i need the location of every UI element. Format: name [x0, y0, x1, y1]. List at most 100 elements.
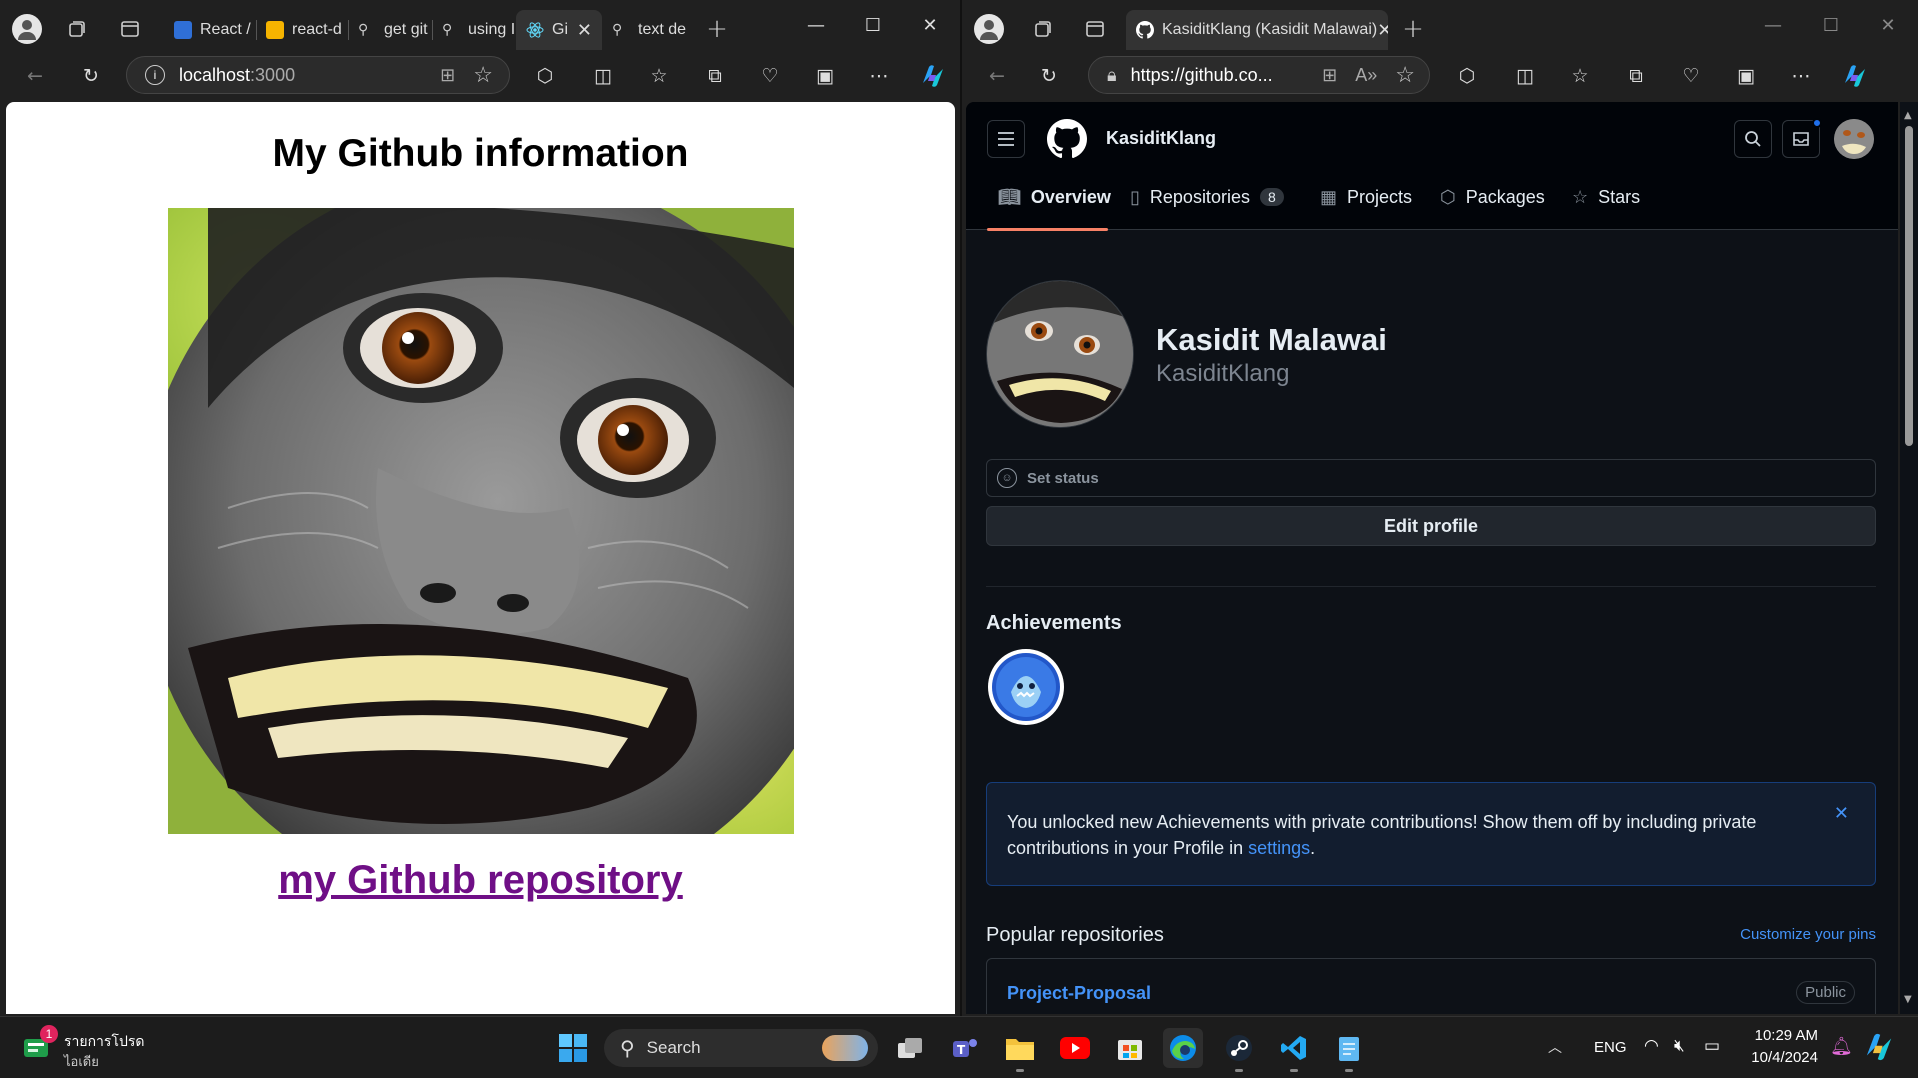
repositories-count-badge: 8	[1259, 188, 1284, 206]
browser-essentials-icon[interactable]: ♡	[1674, 60, 1708, 92]
close-tab-icon[interactable]: ✕	[1377, 20, 1388, 41]
new-tab-icon[interactable]: +	[1396, 12, 1430, 46]
volume-muted-icon[interactable]: 🔇︎	[1674, 1036, 1685, 1056]
address-bar[interactable]: 🔒︎ https://github.co... ⊞ A» ☆	[1088, 56, 1430, 94]
vscode-icon[interactable]	[1274, 1028, 1314, 1072]
page-scrollbar[interactable]: ▲ ▼	[1900, 102, 1918, 1014]
clock-time[interactable]: 10:29 AM	[1748, 1027, 1818, 1044]
repo-name-link[interactable]: Project-Proposal	[1007, 983, 1151, 1004]
tab-github-profile[interactable]: KasiditKlang (Kasidit Malawai) ✕	[1126, 10, 1388, 50]
steam-icon[interactable]	[1219, 1028, 1259, 1072]
split-screen-icon[interactable]: ◫	[586, 60, 620, 92]
tab-packages[interactable]: ⬡ Packages	[1440, 172, 1545, 222]
tab-github-app-active[interactable]: Gi ✕	[516, 10, 602, 50]
extensions-icon[interactable]: ⬡	[528, 60, 562, 92]
copilot-taskbar-icon[interactable]	[1862, 1031, 1896, 1063]
tab-stars-label: Stars	[1598, 186, 1641, 207]
edge-browser-icon[interactable]	[1163, 1028, 1203, 1068]
tab-using[interactable]: ⚲ using I	[432, 10, 516, 50]
maximize-icon[interactable]: ☐	[1808, 8, 1854, 42]
back-icon[interactable]: ←	[980, 60, 1014, 92]
input-language[interactable]: ENG	[1594, 1039, 1627, 1056]
show-hidden-icons-icon[interactable]: ︿	[1548, 1037, 1562, 1057]
copilot-icon[interactable]	[916, 60, 950, 92]
battery-icon[interactable]: ▭	[1704, 1036, 1720, 1056]
maximize-icon[interactable]: ☐	[850, 8, 896, 42]
collections-icon[interactable]: ⧉	[698, 60, 732, 92]
header-context-name[interactable]: KasiditKlang	[1106, 128, 1216, 149]
search-icon[interactable]	[1734, 120, 1772, 158]
extensions-icon[interactable]: ⬡	[1450, 60, 1484, 92]
refresh-icon[interactable]: ↻	[74, 60, 108, 92]
more-menu-icon[interactable]: ⋯	[1784, 60, 1818, 92]
hamburger-menu-icon[interactable]	[987, 120, 1025, 158]
more-menu-icon[interactable]: ⋯	[862, 60, 896, 92]
close-window-icon[interactable]: ✕	[907, 8, 953, 42]
close-window-icon[interactable]: ✕	[1865, 8, 1911, 42]
favorites-icon[interactable]: ☆	[642, 60, 676, 92]
widgets-icon[interactable]: 1	[20, 1025, 58, 1063]
notification-bell-icon[interactable]: 🔔︎	[1830, 1036, 1853, 1057]
dismiss-banner-icon[interactable]: ✕	[1834, 803, 1849, 824]
site-info-icon[interactable]: i	[145, 65, 165, 85]
favorite-star-icon[interactable]: ☆	[473, 62, 493, 88]
read-aloud-icon[interactable]: A»	[1355, 65, 1377, 86]
browser-essentials-icon[interactable]: ♡	[753, 60, 787, 92]
start-button[interactable]	[553, 1028, 593, 1068]
achievement-badge-shark[interactable]	[988, 649, 1064, 725]
clock-date[interactable]: 10/4/2024	[1740, 1049, 1818, 1066]
close-tab-icon[interactable]: ✕	[577, 20, 592, 41]
inbox-notifications-icon[interactable]	[1782, 118, 1822, 158]
tab-projects[interactable]: ▦ Projects	[1320, 172, 1412, 222]
customize-pins-link[interactable]: Customize your pins	[1740, 926, 1876, 943]
workspaces-icon[interactable]	[60, 12, 94, 46]
copilot-icon[interactable]	[1838, 60, 1872, 92]
favorites-icon[interactable]: ☆	[1563, 60, 1597, 92]
new-tab-icon[interactable]: +	[700, 12, 734, 46]
app-available-icon[interactable]: ⊞	[440, 65, 455, 86]
scroll-thumb[interactable]	[1905, 126, 1913, 446]
scroll-down-icon[interactable]: ▼	[1904, 994, 1912, 1005]
tab-react-docs[interactable]: React /	[164, 10, 256, 50]
app-available-icon[interactable]: ⊞	[1322, 65, 1337, 86]
reading-view-icon[interactable]: ▣	[808, 60, 842, 92]
address-bar[interactable]: i localhost:3000 ⊞ ☆	[126, 56, 510, 94]
microsoft-store-icon[interactable]	[1110, 1028, 1150, 1068]
wifi-icon[interactable]: ◠	[1644, 1036, 1659, 1056]
tab-react-slides[interactable]: react-d	[256, 10, 348, 50]
reading-view-icon[interactable]: ▣	[1729, 60, 1763, 92]
github-logo-icon[interactable]	[1047, 119, 1087, 159]
profile-icon[interactable]	[972, 12, 1006, 46]
favorite-star-icon[interactable]: ☆	[1395, 62, 1415, 88]
minimize-icon[interactable]: —	[793, 8, 839, 42]
youtube-icon[interactable]	[1055, 1028, 1095, 1068]
back-icon[interactable]: ←	[18, 60, 52, 92]
file-explorer-icon[interactable]	[1000, 1028, 1040, 1072]
github-repository-link[interactable]: my Github repository	[6, 858, 955, 903]
book-icon: 📖︎	[998, 186, 1021, 207]
tab-actions-icon[interactable]	[1078, 12, 1112, 46]
tab-text-de[interactable]: ⚲ text de	[602, 10, 692, 50]
notepad-icon[interactable]	[1329, 1028, 1369, 1072]
scroll-up-icon[interactable]: ▲	[1904, 110, 1912, 121]
collections-icon[interactable]: ⧉	[1619, 60, 1653, 92]
tab-overview[interactable]: 📖︎ Overview	[998, 172, 1111, 222]
taskbar-search[interactable]: ⚲ Search	[604, 1029, 878, 1067]
tab-stars[interactable]: ☆ Stars	[1572, 172, 1640, 222]
profile-icon[interactable]	[10, 12, 44, 46]
tab-get-git[interactable]: ⚲ get git	[348, 10, 432, 50]
profile-avatar[interactable]	[986, 280, 1134, 428]
tab-actions-icon[interactable]	[113, 12, 147, 46]
split-screen-icon[interactable]: ◫	[1508, 60, 1542, 92]
minimize-icon[interactable]: —	[1750, 8, 1796, 42]
workspaces-icon[interactable]	[1026, 12, 1060, 46]
banner-settings-link[interactable]: settings	[1248, 838, 1310, 858]
user-avatar-small[interactable]	[1834, 119, 1874, 159]
set-status-button[interactable]: ☺ Set status	[986, 459, 1876, 497]
lock-icon[interactable]: 🔒︎	[1107, 65, 1117, 86]
teams-icon[interactable]: T	[945, 1028, 985, 1068]
refresh-icon[interactable]: ↻	[1032, 60, 1066, 92]
edit-profile-button[interactable]: Edit profile	[986, 506, 1876, 546]
task-view-icon[interactable]	[890, 1028, 930, 1068]
tab-repositories[interactable]: ▯ Repositories 8	[1130, 172, 1284, 222]
